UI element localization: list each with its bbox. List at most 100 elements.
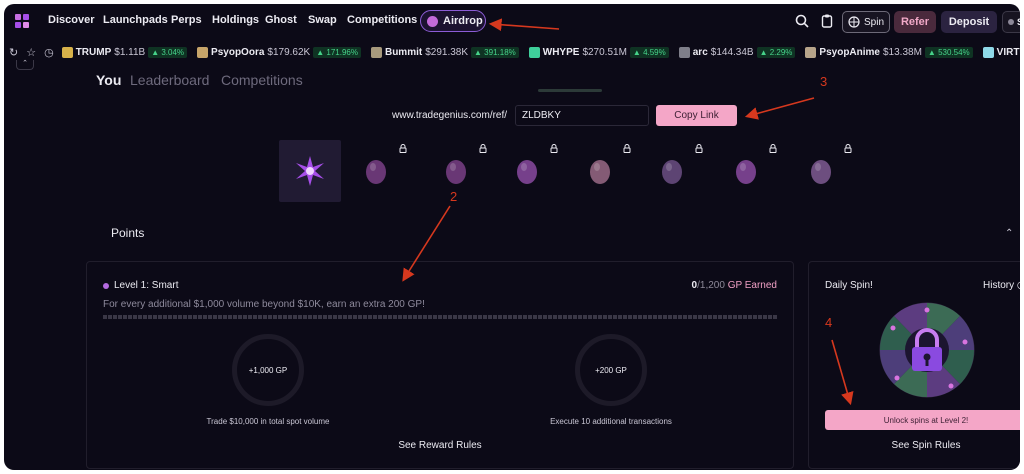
lock-icon (399, 144, 407, 153)
referral-code-field[interactable]: ZLDBKY (515, 105, 649, 126)
token-icon (197, 46, 209, 58)
ticker-change: ▲ 391.18% (471, 46, 519, 58)
lock-icon (769, 144, 777, 153)
ticker-value: $270.51M (582, 46, 627, 58)
nav-holdings[interactable]: Holdings (212, 14, 259, 26)
ticker-item[interactable]: PsyopOora $179.62K ▲ 171.96% (197, 46, 361, 58)
lock-icon (550, 144, 558, 153)
level-5-icon (590, 160, 610, 184)
lock-icon (479, 144, 487, 153)
ticker-symbol: PsyopOora (211, 46, 265, 58)
token-ticker: ↻ ☆ ◷ TRUMP $1.11B ▲ 3.04% PsyopOora $179.62… (4, 41, 1020, 63)
ticker-symbol: VIRTUAL (996, 46, 1020, 58)
refresh-icon[interactable]: ↻ (9, 46, 18, 59)
ticker-value: $291.38K (425, 46, 469, 58)
ticker-change: ▲ 171.96% (313, 46, 361, 58)
level-progress-card: Level 1: Smart 0/1,200 GP Earned For eve… (86, 261, 794, 469)
points-section-title: Points (111, 226, 145, 240)
ticker-change: ▲ 530.54% (924, 46, 973, 58)
spin-history-link[interactable]: History ◷ (983, 280, 1020, 291)
lock-icon (695, 144, 703, 153)
level-badge-8[interactable] (790, 140, 852, 202)
nav-ghost[interactable]: Ghost (265, 14, 297, 26)
level-8-icon (811, 160, 831, 184)
level-2-icon (366, 160, 386, 184)
tab-leaderboard[interactable]: Leaderboard (130, 72, 209, 88)
level-badge-1[interactable] (279, 140, 341, 202)
clock-icon[interactable]: ◷ (44, 46, 54, 59)
goal-caption-transactions: Execute 10 additional transactions (550, 417, 672, 426)
annotation-number-2: 2 (450, 189, 458, 204)
ticker-symbol: WHYPE (542, 46, 580, 58)
ticker-change: ▲ 2.29% (756, 46, 796, 58)
nav-competitions[interactable]: Competitions (347, 14, 417, 26)
tab-competitions[interactable]: Competitions (221, 72, 303, 88)
annotation-number-4: 4 (825, 315, 833, 330)
spin-label: Spin (864, 16, 885, 28)
unlock-spins-button[interactable]: Unlock spins at Level 2! (825, 410, 1020, 430)
ticker-collapse-toggle[interactable]: ⌃ (16, 60, 34, 70)
chevron-up-icon[interactable]: ⌃ (1005, 228, 1013, 239)
ticker-item[interactable]: VIRTUAL$673.01M▲ 2.90% (982, 46, 1020, 58)
level-badge-2[interactable] (345, 140, 407, 202)
level-title: Level 1: Smart (103, 280, 178, 291)
ticker-item[interactable]: Bummit $291.38K ▲ 391.18% (370, 46, 519, 58)
level-badge-5[interactable] (569, 140, 631, 202)
clock-icon: ◷ (1017, 280, 1020, 291)
app-window: Discover Launchpads Perps Holdings Ghost… (4, 4, 1020, 470)
ticker-value: $179.62K (267, 46, 311, 58)
ticker-item[interactable]: TRUMP $1.11B ▲ 3.04% (61, 46, 188, 58)
gp-total: /1,200 (697, 280, 725, 291)
wallet-label: S (1017, 17, 1020, 27)
history-label: History (983, 280, 1015, 291)
tab-you[interactable]: You (96, 72, 121, 88)
gp-unit: GP Earned (727, 280, 777, 291)
refer-button[interactable]: Refer (894, 11, 936, 33)
nav-swap[interactable]: Swap (308, 14, 337, 26)
token-icon (805, 46, 817, 58)
ticker-item[interactable]: arc $144.34B ▲ 2.29% (678, 46, 796, 58)
search-icon[interactable] (794, 13, 810, 29)
level-badge-7[interactable] (715, 140, 777, 202)
clipboard-icon[interactable] (819, 13, 835, 29)
star-icon[interactable]: ☆ (26, 46, 36, 59)
level-gem-icon (103, 282, 109, 289)
goal-ring-transactions: +200 GP (575, 334, 647, 406)
ticker-item[interactable]: WHYPE $270.51M ▲ 4.59% (528, 46, 669, 58)
annotation-arrow-3 (744, 97, 815, 120)
nav-airdrop[interactable]: Airdrop (420, 10, 486, 32)
ticker-symbol: Bummit (384, 46, 423, 58)
goal-caption-volume: Trade $10,000 in total spot volume (206, 417, 330, 426)
wallet-button[interactable]: S (1002, 11, 1020, 33)
daily-spin-title: Daily Spin! (825, 280, 873, 291)
goal-ring-volume: +1,000 GP (232, 334, 304, 406)
nav-launchpads[interactable]: Launchpads (103, 14, 168, 26)
token-icon (528, 46, 540, 58)
level-6-icon (662, 160, 682, 184)
deposit-button[interactable]: Deposit (941, 11, 997, 33)
airdrop-label: Airdrop (443, 15, 483, 27)
spin-button[interactable]: Spin (842, 11, 890, 33)
lock-icon (844, 144, 852, 153)
tradegenius-logo[interactable] (13, 12, 31, 30)
level-4-icon (517, 160, 537, 184)
ticker-symbol: TRUMP (75, 46, 112, 58)
level-badge-6[interactable] (641, 140, 703, 202)
goal-reward-volume: +1,000 GP (248, 365, 288, 375)
lock-icon (623, 144, 631, 153)
wallet-status-icon (1008, 19, 1014, 25)
ticker-symbol: PsyopAnime (819, 46, 880, 58)
ticker-item[interactable]: PsyopAnime $13.38M ▲ 530.54% (805, 46, 973, 58)
referral-url-prefix: www.tradegenius.com/ref/ (392, 110, 508, 121)
see-spin-rules-link[interactable]: See Spin Rules (892, 440, 961, 451)
copy-link-button[interactable]: Copy Link (656, 105, 737, 126)
level-1-icon (296, 156, 324, 186)
airdrop-icon (427, 15, 438, 27)
nav-discover[interactable]: Discover (48, 14, 94, 26)
nav-perps[interactable]: Perps (171, 14, 202, 26)
level-badge-4[interactable] (496, 140, 558, 202)
level-description: For every additional $1,000 volume beyon… (103, 299, 425, 310)
see-reward-rules-link[interactable]: See Reward Rules (398, 440, 481, 451)
level-7-icon (736, 160, 756, 184)
token-icon (370, 46, 382, 58)
